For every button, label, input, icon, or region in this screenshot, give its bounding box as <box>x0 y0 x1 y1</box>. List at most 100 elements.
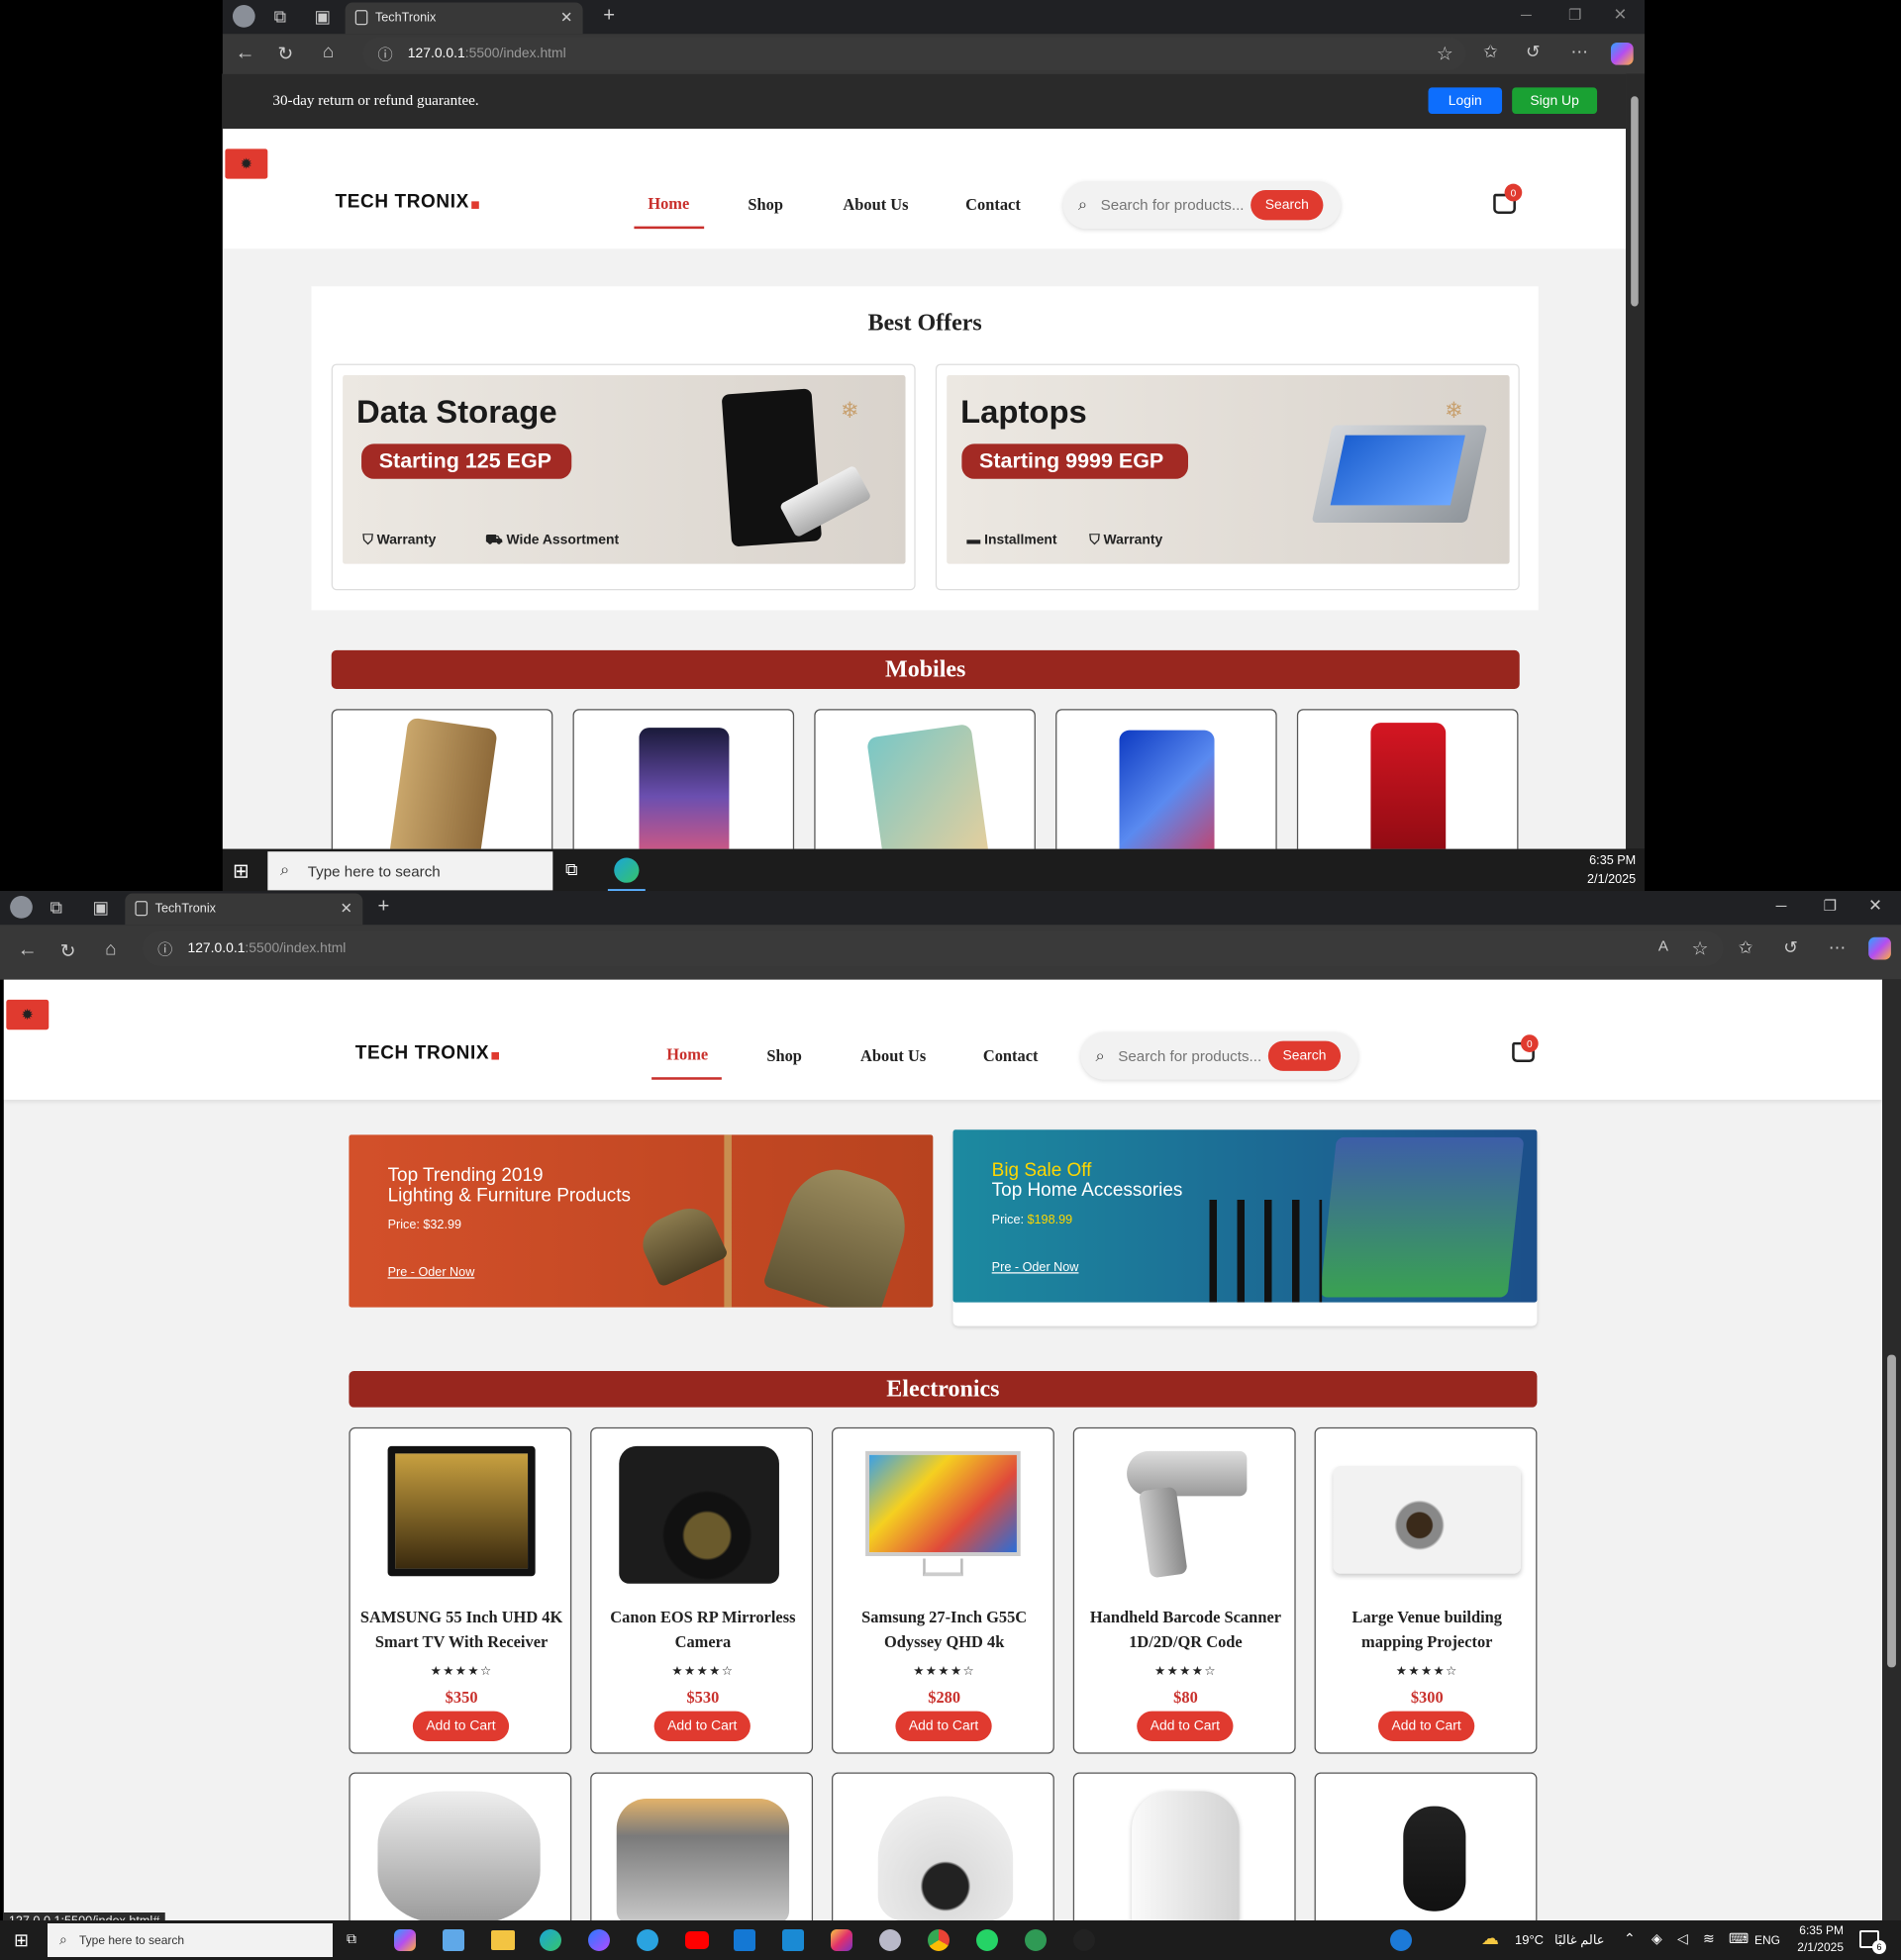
clock-date[interactable]: 2/1/2025 <box>1573 873 1636 887</box>
tab-techtronix[interactable]: TechTronix ✕ <box>125 893 363 926</box>
search-input[interactable] <box>1118 1044 1268 1068</box>
vertical-tabs-icon[interactable]: ▣ <box>313 6 333 26</box>
nav-shop[interactable]: Shop <box>748 195 783 215</box>
windows-start-icon[interactable]: ⊞ <box>233 859 250 884</box>
back-icon[interactable]: ← <box>18 939 38 962</box>
history-icon[interactable]: ↺ <box>1526 42 1541 62</box>
nav-home[interactable]: Home <box>648 194 689 214</box>
nav-shop[interactable]: Shop <box>766 1046 802 1066</box>
more-menu-icon[interactable]: ⋯ <box>1829 937 1847 958</box>
youtube-icon[interactable] <box>685 1931 709 1949</box>
product-name[interactable]: SAMSUNG 55 Inch UHD 4K Smart TV With Rec… <box>357 1605 565 1655</box>
add-to-cart-button[interactable]: Add to Cart <box>653 1711 750 1741</box>
restore-icon[interactable]: ❐ <box>1568 6 1582 24</box>
close-window-icon[interactable]: ✕ <box>1868 896 1882 916</box>
signup-button[interactable]: Sign Up <box>1512 87 1598 114</box>
preorder-link[interactable]: Pre - Oder Now <box>992 1261 1079 1275</box>
windows-start-icon[interactable]: ⊞ <box>14 1930 29 1951</box>
scrollbar[interactable] <box>1626 73 1646 849</box>
task-view-icon[interactable]: ⧉ <box>347 1930 356 1947</box>
product-card[interactable] <box>590 1772 814 1940</box>
product-card[interactable] <box>349 1772 572 1940</box>
add-to-cart-button[interactable]: Add to Cart <box>412 1711 510 1741</box>
volume-icon[interactable]: ◁ <box>1677 1930 1688 1947</box>
new-tab-icon[interactable]: + <box>377 896 389 919</box>
settings-gear-icon[interactable]: ✹ <box>225 148 268 179</box>
home-icon[interactable]: ⌂ <box>105 938 116 959</box>
file-explorer-icon[interactable] <box>491 1930 515 1950</box>
search-button[interactable]: Search <box>1251 190 1324 221</box>
telegram-icon[interactable] <box>637 1929 658 1951</box>
taskbar-search[interactable]: ⌕ Type here to search <box>48 1923 333 1957</box>
wifi-icon[interactable]: ≋ <box>1703 1930 1715 1947</box>
instagram-icon[interactable] <box>831 1929 852 1951</box>
product-card[interactable]: Large Venue building mapping Projector ★… <box>1314 1426 1538 1754</box>
tab-techtronix[interactable]: TechTronix ✕ <box>345 2 583 35</box>
vertical-tabs-icon[interactable]: ▣ <box>92 897 109 918</box>
profile-avatar[interactable] <box>10 896 33 919</box>
messenger-icon[interactable] <box>588 1929 610 1951</box>
site-info-icon[interactable]: ⓘ <box>377 44 392 64</box>
favorites-icon[interactable]: ✩ <box>1483 42 1498 62</box>
weather-icon[interactable]: ☁ <box>1481 1928 1499 1949</box>
app-icon[interactable] <box>879 1929 901 1951</box>
brand-logo[interactable]: TECH TRONIX <box>355 1042 489 1063</box>
minimize-icon[interactable]: ─ <box>1776 897 1787 915</box>
offer-card-laptops[interactable]: Laptops Starting 9999 EGP ▬ Installment … <box>935 363 1520 591</box>
nav-about[interactable]: About Us <box>860 1046 926 1066</box>
add-to-cart-button[interactable]: Add to Cart <box>1378 1711 1475 1741</box>
product-card[interactable] <box>1072 1772 1296 1940</box>
banner-lighting[interactable]: Top Trending 2019 Lighting & Furniture P… <box>349 1134 934 1308</box>
favorite-star-icon[interactable]: ☆ <box>1691 937 1708 959</box>
nav-contact[interactable]: Contact <box>983 1046 1039 1066</box>
nav-home[interactable]: Home <box>666 1044 708 1064</box>
nav-about[interactable]: About Us <box>843 195 908 215</box>
product-name[interactable]: Samsung 27-Inch G55C Odyssey QHD 4k <box>841 1605 1049 1655</box>
login-button[interactable]: Login <box>1428 87 1503 114</box>
product-name[interactable]: Handheld Barcode Scanner 1D/2D/QR Code <box>1082 1605 1290 1655</box>
weather-temp[interactable]: 19°C <box>1515 1932 1544 1947</box>
clock-time[interactable]: 6:35 PM <box>1790 1923 1844 1937</box>
mobile-card[interactable] <box>572 709 795 849</box>
site-info-icon[interactable]: ⓘ <box>157 938 172 959</box>
scrollbar-thumb[interactable] <box>1631 96 1639 307</box>
taskbar-search[interactable]: ⌕ Type here to search <box>267 851 553 891</box>
workspaces-icon[interactable]: ⧉ <box>50 897 63 918</box>
profile-avatar[interactable] <box>232 5 255 28</box>
mobile-card[interactable] <box>1055 709 1277 849</box>
help-icon[interactable] <box>1390 1929 1412 1951</box>
close-tab-icon[interactable]: ✕ <box>341 900 353 918</box>
chrome-icon[interactable] <box>928 1929 950 1951</box>
address-bar[interactable]: ⓘ 127.0.0.1:5500/index.html ☆ <box>362 37 1466 70</box>
favorites-icon[interactable]: ✩ <box>1739 937 1753 958</box>
clock-time[interactable]: 6:35 PM <box>1573 854 1636 868</box>
mobile-card[interactable] <box>1296 709 1519 849</box>
network-icon[interactable]: ◈ <box>1651 1930 1662 1947</box>
add-to-cart-button[interactable]: Add to Cart <box>895 1711 992 1741</box>
workspaces-icon[interactable]: ⧉ <box>270 6 290 26</box>
product-card[interactable]: Canon EOS RP Mirrorless Camera ★★★★☆ $53… <box>590 1426 814 1754</box>
product-name[interactable]: Canon EOS RP Mirrorless Camera <box>599 1605 807 1655</box>
scrollbar-thumb[interactable] <box>1887 1354 1896 1668</box>
banner-home-accessories[interactable]: Big Sale Off Top Home Accessories Price:… <box>952 1129 1538 1303</box>
search-input[interactable] <box>1100 193 1251 217</box>
brand-logo[interactable]: TECH TRONIX <box>336 191 469 212</box>
app-icon[interactable] <box>1025 1929 1047 1951</box>
history-icon[interactable]: ↺ <box>1783 937 1798 958</box>
settings-gear-icon[interactable]: ✹ <box>6 999 50 1030</box>
minimize-icon[interactable]: ─ <box>1521 6 1532 24</box>
weather-text[interactable]: عالم غالبًا <box>1554 1932 1605 1948</box>
scrollbar[interactable] <box>1882 979 1901 1940</box>
back-icon[interactable]: ← <box>235 43 254 65</box>
close-tab-icon[interactable]: ✕ <box>560 9 573 27</box>
search-button[interactable]: Search <box>1267 1040 1342 1071</box>
offer-card-data-storage[interactable]: Data Storage Starting 125 EGP ⛉ Warranty… <box>331 363 916 591</box>
clock-date[interactable]: 2/1/2025 <box>1790 1940 1844 1954</box>
mobile-card[interactable] <box>814 709 1036 849</box>
keyboard-icon[interactable]: ⌨ <box>1729 1930 1749 1947</box>
copilot-app-icon[interactable] <box>394 1929 416 1951</box>
favorite-star-icon[interactable]: ☆ <box>1437 43 1453 64</box>
product-card[interactable] <box>832 1772 1054 1940</box>
vscode-icon[interactable] <box>782 1929 804 1951</box>
whatsapp-icon[interactable] <box>976 1929 998 1951</box>
